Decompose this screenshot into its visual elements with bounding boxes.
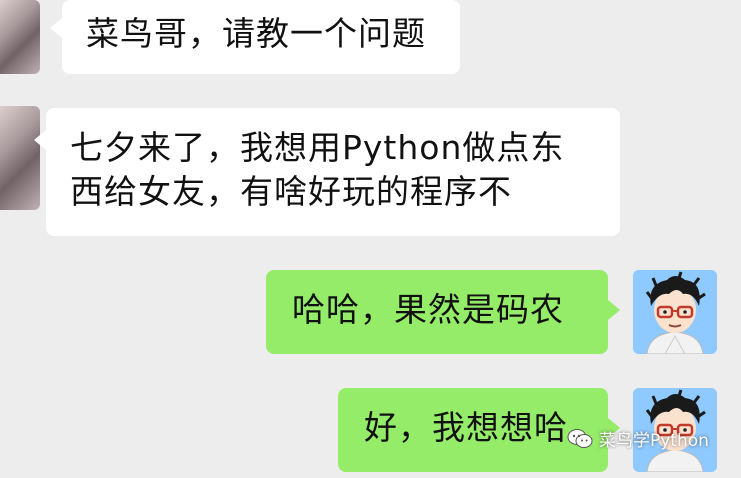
message-text-line: 七夕来了，我想用Python做点东	[70, 128, 565, 167]
message-text: 菜鸟哥，请教一个问题	[86, 14, 426, 53]
sender-avatar[interactable]	[0, 0, 40, 74]
cartoon-face-icon	[633, 270, 717, 354]
bubble-tail	[34, 130, 46, 150]
message-bubble-outgoing[interactable]: 哈哈，果然是码农	[266, 270, 608, 354]
message-text-line: 西给女友，有啥好玩的程序不	[70, 172, 512, 211]
watermark-text: 菜鸟学Python	[599, 431, 709, 451]
wechat-icon	[567, 428, 593, 448]
user-avatar[interactable]	[633, 270, 717, 354]
bubble-tail	[50, 18, 62, 38]
sender-avatar[interactable]	[0, 106, 40, 210]
watermark: 菜鸟学Python	[567, 426, 709, 451]
bubble-tail	[608, 300, 620, 320]
message-bubble-incoming[interactable]: 菜鸟哥，请教一个问题	[62, 0, 460, 74]
message-bubble-incoming[interactable]: 七夕来了，我想用Python做点东 西给女友，有啥好玩的程序不	[46, 108, 620, 236]
message-text: 哈哈，果然是码农	[292, 290, 564, 329]
